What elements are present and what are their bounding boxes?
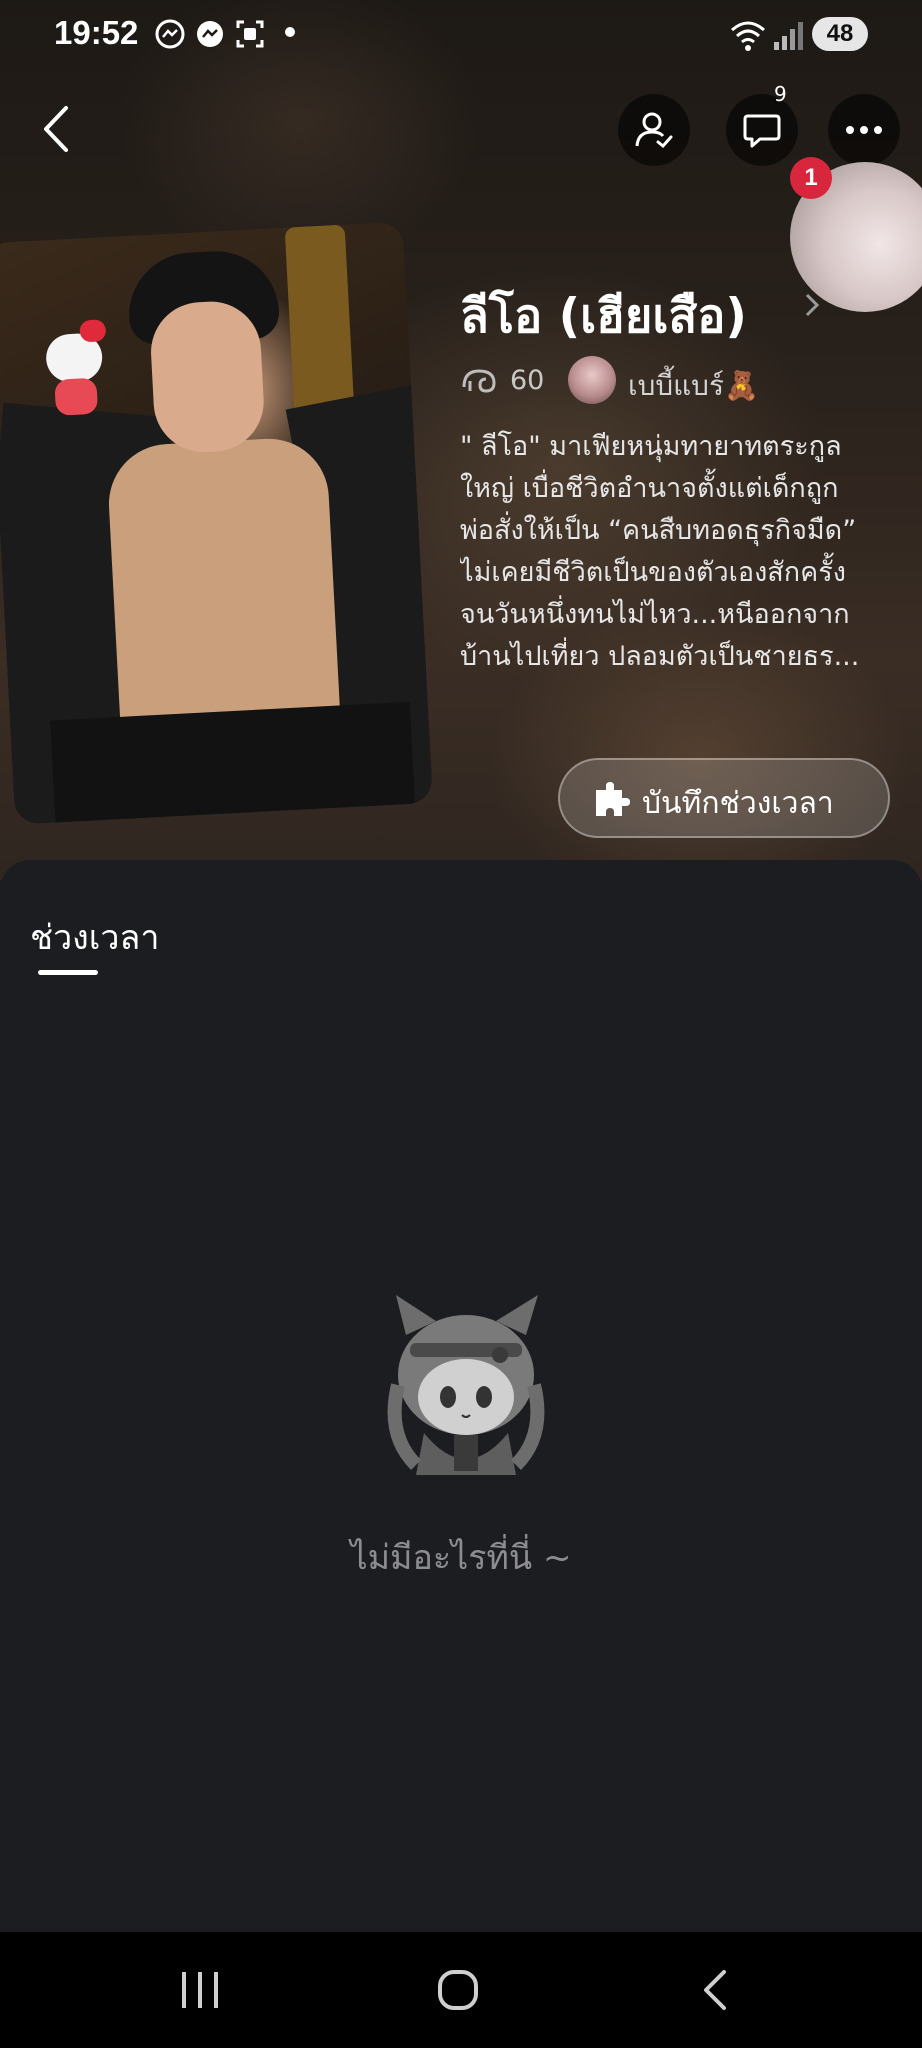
- back-nav-icon[interactable]: [700, 1968, 730, 2012]
- user-check-icon: [635, 112, 673, 149]
- story-description: " ลีโอ" มาเฟียหนุ่มทายาทตระกูล ใหญ่ เบื่…: [460, 426, 900, 678]
- description-line: ใหญ่ เบื่อชีวิตอำนาจตั้งแต่เด็กถูก: [460, 473, 839, 504]
- chevron-right-icon[interactable]: [804, 292, 820, 318]
- follow-button[interactable]: [618, 94, 690, 166]
- battery-indicator: 48: [812, 17, 868, 51]
- author-avatar[interactable]: [568, 356, 616, 404]
- save-moment-button[interactable]: บันทึกช่วงเวลา: [558, 758, 890, 838]
- save-moment-label: บันทึกช่วงเวลา: [642, 786, 834, 821]
- messenger-icon: [155, 19, 185, 49]
- home-icon[interactable]: [436, 1968, 480, 2012]
- more-icon: [846, 126, 882, 134]
- description-line: พ่อสั่งให้เป็น “คนสืบทอดธุรกิจมืด”: [460, 515, 857, 546]
- description-line: บ้านไปเที่ยว ปลอมตัวเป็นชายธร...: [460, 641, 860, 672]
- author-name[interactable]: เบบี้แบร์🧸: [628, 364, 759, 408]
- story-cover-image[interactable]: [0, 221, 433, 825]
- comment-icon: [743, 114, 781, 148]
- signal-icon: [774, 22, 803, 50]
- story-title: ลีโอ (เฮียเสือ): [460, 289, 747, 344]
- wifi-icon: [731, 21, 765, 51]
- dot-icon: [285, 27, 295, 37]
- tab-active-indicator: [38, 970, 98, 975]
- more-button[interactable]: [828, 94, 900, 166]
- tab-moments[interactable]: ช่วงเวลา: [30, 910, 159, 964]
- view-count: 60: [510, 365, 545, 396]
- back-icon[interactable]: [38, 104, 74, 154]
- empty-state-message: ไม่มีอะไรที่นี่ ~: [350, 1538, 572, 1578]
- notification-badge: 1: [790, 157, 832, 199]
- empty-state-mascot-icon: [387, 1295, 545, 1475]
- status-bar: 19:52 48: [0, 0, 922, 70]
- recent-apps-icon[interactable]: [178, 1970, 222, 2010]
- views-icon: [462, 369, 496, 393]
- description-line: จนวันหนึ่งทนไม่ไหว...หนีออกจาก: [460, 599, 850, 630]
- puzzle-icon: [596, 782, 630, 816]
- screenshot-icon: [236, 20, 264, 48]
- system-nav-bar: [0, 1932, 922, 2048]
- description-line: ไม่เคยมีชีวิตเป็นของตัวเองสักครั้ง: [460, 557, 846, 588]
- status-time: 19:52: [54, 14, 139, 51]
- comments-button[interactable]: 9: [726, 82, 798, 166]
- comment-count: 9: [774, 82, 787, 106]
- messenger-icon: [197, 21, 223, 47]
- description-line: " ลีโอ" มาเฟียหนุ่มทายาทตระกูล: [460, 431, 842, 462]
